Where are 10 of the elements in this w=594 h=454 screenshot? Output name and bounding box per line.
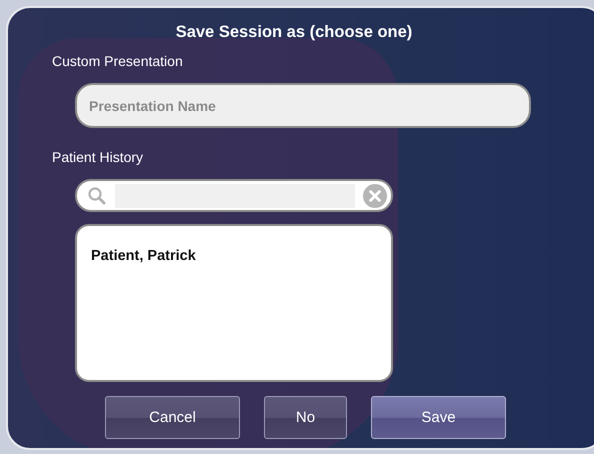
search-field[interactable]: [75, 179, 393, 212]
search-icon: [87, 186, 107, 206]
section-label: Patient History: [52, 149, 144, 167]
dialog-button[interactable]: No: [264, 396, 347, 439]
dialog-title: Save Session as (choose one): [174, 23, 414, 43]
dialog-button[interactable]: Cancel: [105, 396, 240, 439]
section-label: Custom Presentation: [52, 53, 184, 71]
patient-item[interactable]: Patient, Patrick: [89, 246, 379, 266]
dialog-button[interactable]: Save: [371, 396, 506, 439]
presentation-name-field[interactable]: Presentation Name: [75, 83, 531, 128]
